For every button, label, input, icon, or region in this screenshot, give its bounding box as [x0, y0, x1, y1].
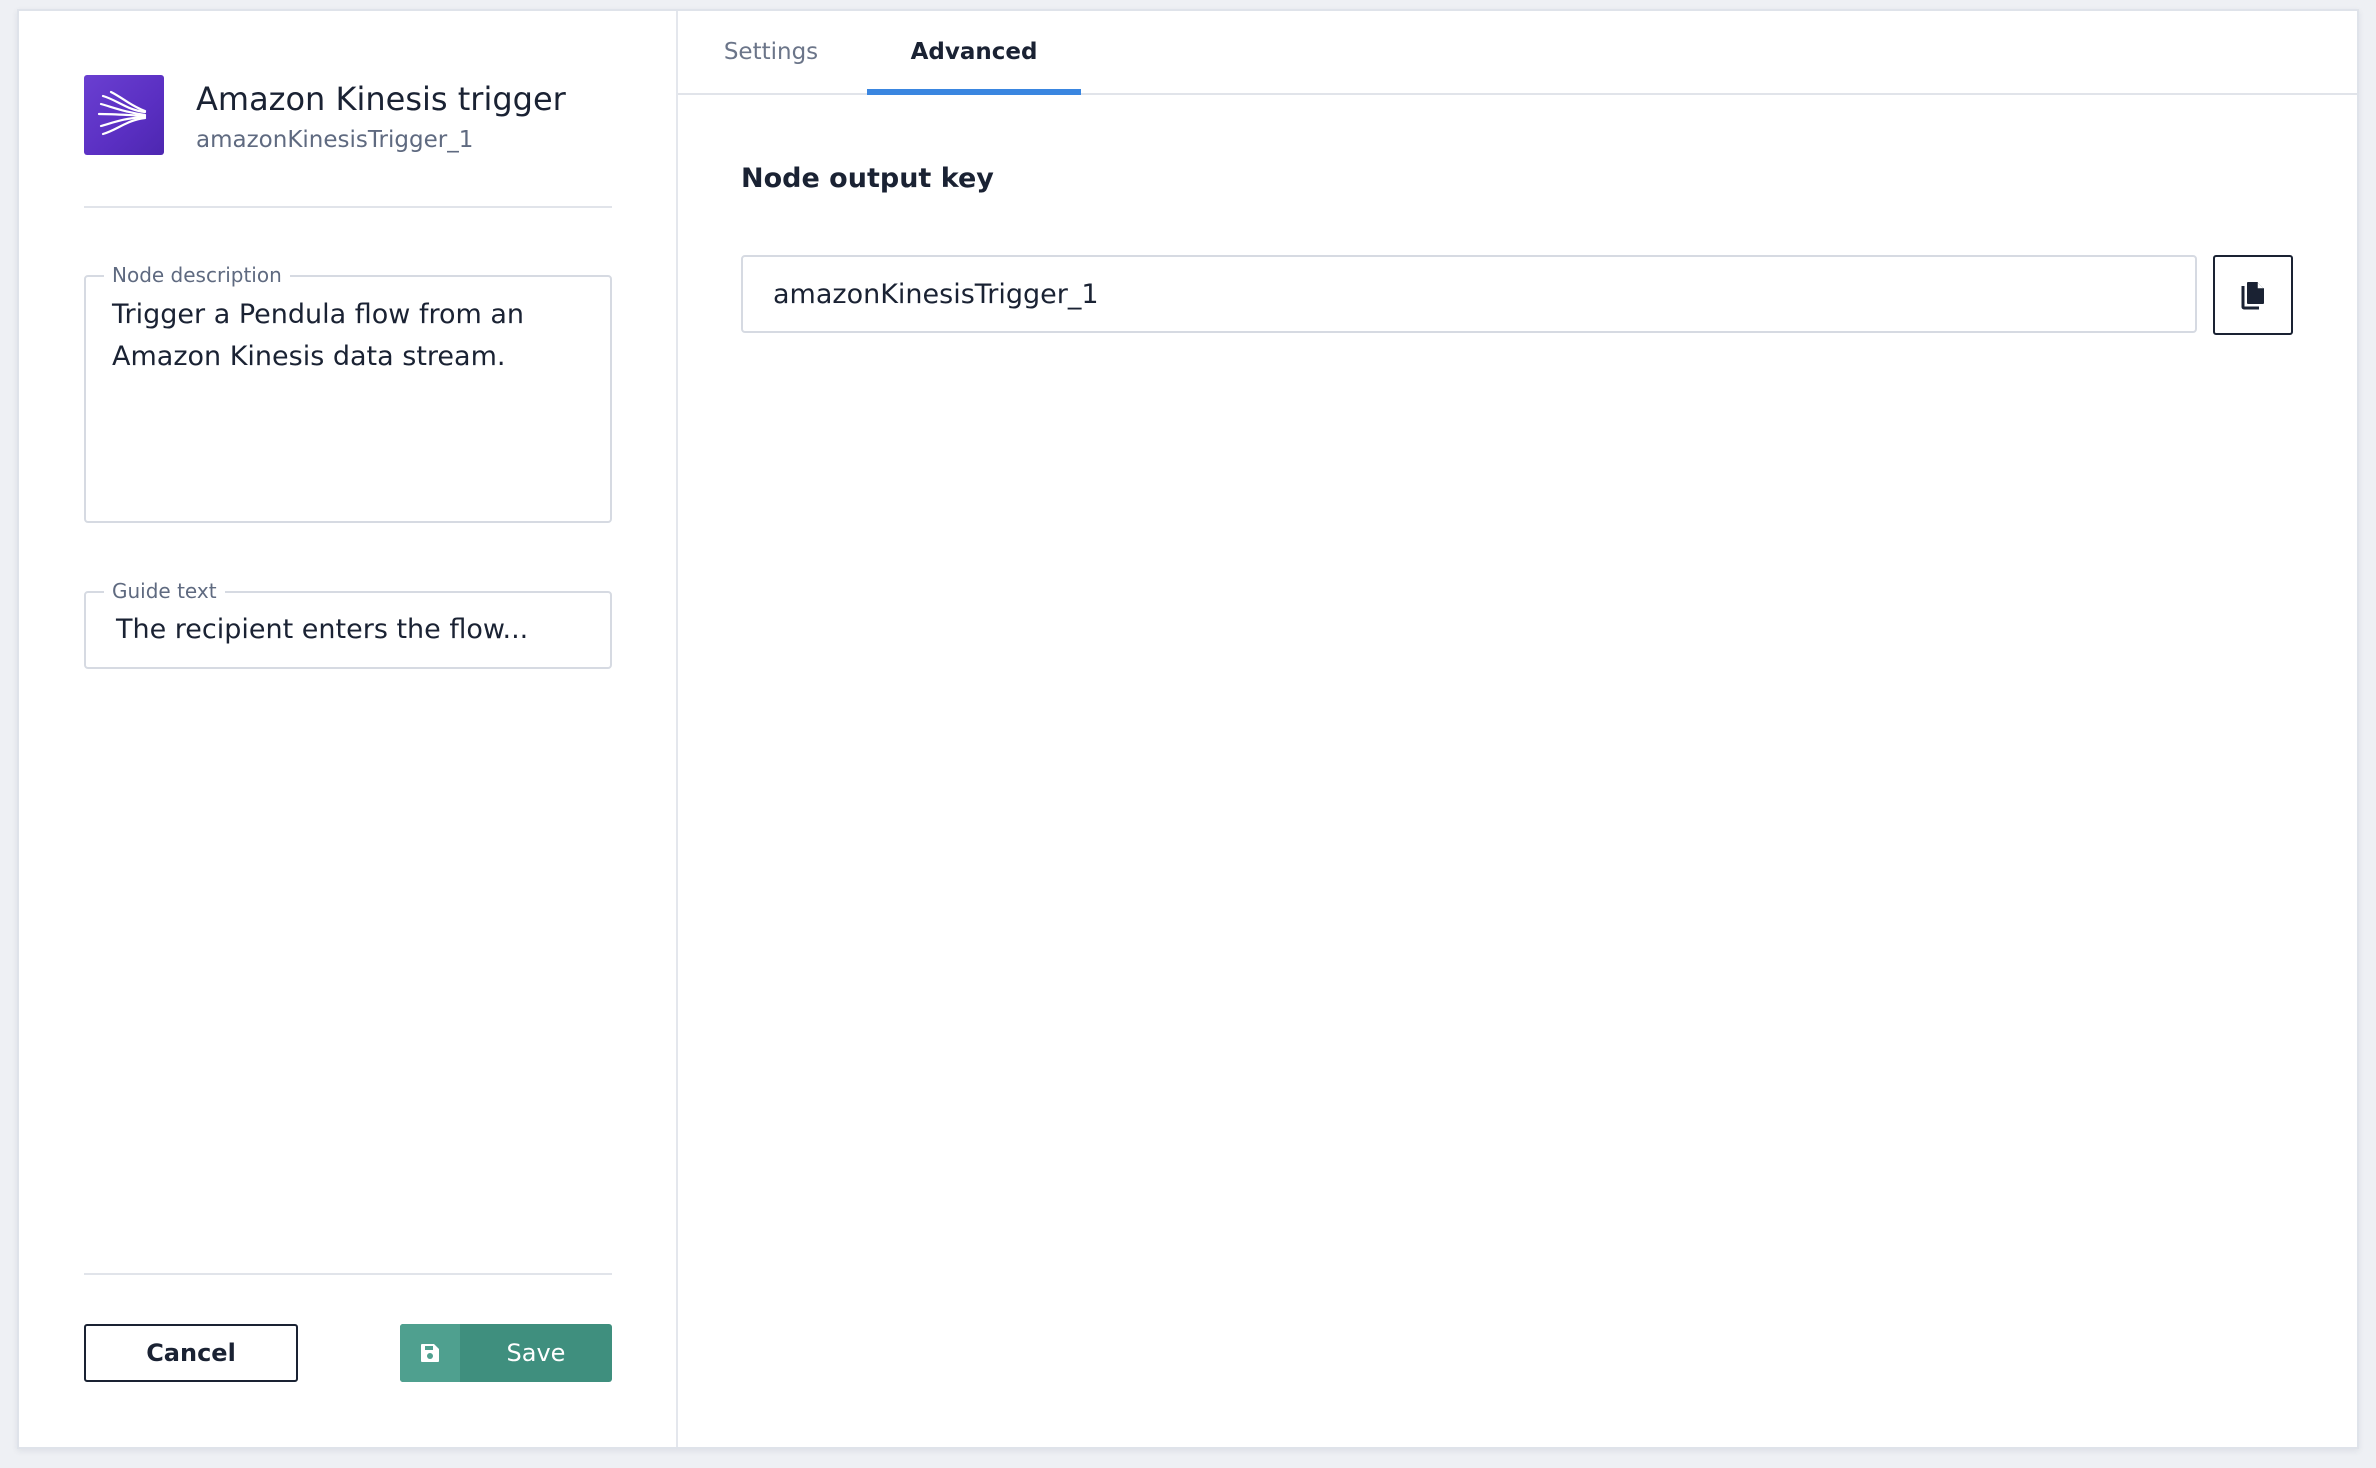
guide-text-label: Guide text [104, 579, 225, 603]
guide-text-field[interactable]: Guide text The recipient enters the flow… [84, 579, 612, 669]
copy-output-key-button[interactable] [2213, 255, 2293, 335]
tab-advanced[interactable]: Advanced [867, 11, 1081, 95]
save-icon [400, 1324, 460, 1382]
node-description-field[interactable]: Node description Trigger a Pendula flow … [84, 263, 612, 523]
save-button[interactable]: Save [400, 1324, 612, 1382]
node-output-key-input[interactable]: amazonKinesisTrigger_1 [741, 255, 2197, 333]
node-config-pane: Settings Advanced Node output key amazon… [678, 11, 2357, 1447]
node-description-label: Node description [104, 263, 290, 287]
guide-text-value[interactable]: The recipient enters the flow... [116, 609, 590, 651]
node-header-text: Amazon Kinesis trigger amazonKinesisTrig… [196, 79, 566, 155]
kinesis-stream-icon [84, 75, 164, 155]
node-key-subtitle: amazonKinesisTrigger_1 [196, 127, 474, 153]
node-header: Amazon Kinesis trigger amazonKinesisTrig… [84, 75, 566, 155]
tab-bar: Settings Advanced [678, 11, 2357, 95]
node-settings-modal: Amazon Kinesis trigger amazonKinesisTrig… [17, 9, 2359, 1449]
save-button-label: Save [506, 1339, 566, 1367]
footer-divider [84, 1273, 612, 1275]
node-title: Amazon Kinesis trigger [196, 80, 566, 118]
tab-settings[interactable]: Settings [708, 11, 834, 93]
node-summary-pane: Amazon Kinesis trigger amazonKinesisTrig… [19, 11, 678, 1447]
node-description-text[interactable]: Trigger a Pendula flow from an Amazon Ki… [112, 294, 590, 378]
copy-icon [2240, 280, 2266, 310]
node-output-key-heading: Node output key [741, 163, 994, 194]
header-divider [84, 206, 612, 208]
cancel-button[interactable]: Cancel [84, 1324, 298, 1382]
